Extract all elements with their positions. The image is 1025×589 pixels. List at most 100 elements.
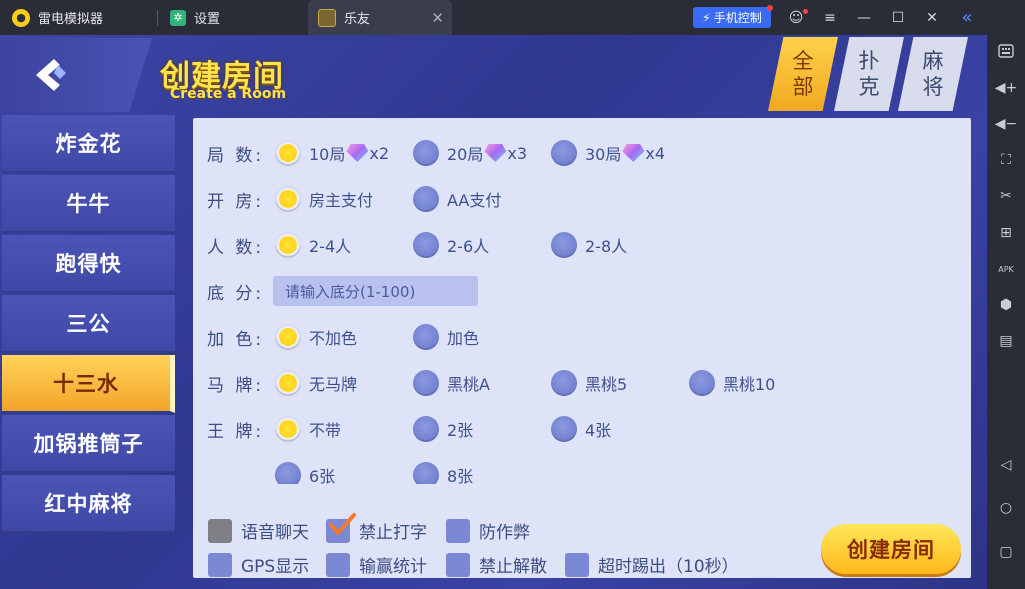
game-header: 创建房间 Create a Room 全 部 扑 克 麻 将	[0, 35, 987, 113]
radio-unselected[interactable]	[413, 324, 439, 350]
menu-icon[interactable]: ≡	[813, 0, 847, 35]
timeout-kick-checkbox[interactable]: 超时踢出（10秒）	[565, 552, 739, 577]
radio-unselected[interactable]	[413, 232, 439, 258]
phone-control-button[interactable]: ⚡ 手机控制	[693, 7, 771, 28]
recent-apps-icon[interactable]: ▢	[987, 540, 1025, 564]
rounds-multiplier: x4	[645, 143, 666, 163]
volume-up-icon[interactable]: ◀+	[987, 76, 1025, 100]
radio-unselected[interactable]	[413, 370, 439, 396]
checkbox-box[interactable]	[446, 518, 470, 543]
rounds-option-30[interactable]: 30局 x4	[551, 140, 665, 166]
payment-option-aa[interactable]: AA支付	[413, 186, 501, 212]
king-card-option-4[interactable]: 4张	[551, 416, 611, 442]
category-tab-poker[interactable]: 扑 克	[834, 37, 904, 111]
radio-unselected[interactable]	[689, 370, 715, 396]
horse-card-option-spade-5[interactable]: 黑桃5	[551, 370, 627, 396]
players-option-2-4[interactable]: 2-4人	[275, 232, 351, 258]
radio-unselected[interactable]	[275, 462, 301, 484]
radio-unselected[interactable]	[413, 462, 439, 484]
radio-selected[interactable]	[275, 186, 301, 212]
players-label: 人 数:	[207, 237, 265, 258]
apk-icon[interactable]: APK	[987, 257, 1025, 281]
add-color-option-text: 不加色	[309, 329, 358, 348]
radio-unselected[interactable]	[413, 140, 439, 166]
radio-unselected[interactable]	[413, 186, 439, 212]
king-card-option-text: 不带	[309, 421, 342, 440]
account-icon[interactable]: ☺	[779, 0, 813, 35]
king-card-option-2[interactable]: 2张	[413, 416, 473, 442]
radio-selected[interactable]	[275, 140, 301, 166]
rounds-option-10[interactable]: 10局 x2	[275, 140, 389, 166]
radio-unselected[interactable]	[551, 370, 577, 396]
category-tab-mahjong[interactable]: 麻 将	[898, 37, 968, 111]
settings-gear-icon: ✲	[170, 9, 186, 26]
payment-option-host[interactable]: 房主支付	[275, 186, 373, 212]
checkbox-box[interactable]	[446, 552, 470, 577]
gps-display-checkbox[interactable]: GPS显示	[208, 552, 309, 577]
radio-selected[interactable]	[275, 370, 301, 396]
screenshot-icon[interactable]: ⛶	[987, 148, 1025, 172]
checkbox-box[interactable]	[208, 552, 232, 577]
minimize-icon[interactable]: —	[847, 0, 881, 35]
checkbox-label: 超时踢出（10秒）	[598, 557, 739, 577]
no-dissolve-checkbox[interactable]: 禁止解散	[446, 552, 547, 577]
maximize-icon[interactable]: ☐	[881, 0, 915, 35]
base-score-input[interactable]: 请输入底分(1-100)	[273, 276, 478, 306]
scissors-icon[interactable]: ✂	[987, 184, 1025, 208]
anti-cheat-checkbox[interactable]: 防作弊	[446, 518, 530, 543]
king-card-option-8[interactable]: 8张	[413, 462, 473, 484]
rounds-label: 局 数:	[207, 145, 265, 166]
add-window-icon[interactable]: ⊞	[987, 221, 1025, 245]
players-option-2-6[interactable]: 2-6人	[413, 232, 489, 258]
horse-card-option-none[interactable]: 无马牌	[275, 370, 357, 396]
add-color-option-none[interactable]: 不加色	[275, 324, 357, 350]
king-card-option-6[interactable]: 6张	[275, 462, 335, 484]
app-tab[interactable]: ● 雷电模拟器	[0, 0, 160, 35]
menu-item-hongzhong[interactable]: 红中麻将	[2, 475, 175, 533]
menu-item-zhajinhua[interactable]: 炸金花	[2, 115, 175, 173]
base-score-label: 底 分:	[207, 283, 265, 304]
collapse-sidebar-icon[interactable]: «	[950, 0, 984, 35]
radio-selected[interactable]	[275, 416, 301, 442]
menu-item-jiaguo[interactable]: 加锅推筒子	[2, 415, 175, 473]
add-color-option-add[interactable]: 加色	[413, 324, 479, 350]
tab-settings[interactable]: ✲ 设置	[160, 0, 308, 35]
keyboard-icon[interactable]	[987, 39, 1025, 63]
menu-item-paodekuai[interactable]: 跑得快	[2, 235, 175, 293]
radio-unselected[interactable]	[551, 416, 577, 442]
menu-item-niuniu[interactable]: 牛牛	[2, 175, 175, 233]
menu-item-shisanshui[interactable]: 十三水	[2, 355, 175, 413]
tab-game[interactable]: 乐友 ✕	[308, 0, 452, 35]
horse-card-option-spade-10[interactable]: 黑桃10	[689, 370, 775, 396]
radio-unselected[interactable]	[413, 416, 439, 442]
radio-unselected[interactable]	[551, 232, 577, 258]
home-icon[interactable]: ○	[987, 496, 1025, 520]
rounds-option-20[interactable]: 20局 x3	[413, 140, 527, 166]
create-room-button[interactable]: 创建房间	[821, 524, 961, 574]
rounds-option-text: 10局	[309, 145, 346, 164]
back-button[interactable]	[2, 38, 152, 112]
king-card-option-none[interactable]: 不带	[275, 416, 341, 442]
close-window-icon[interactable]: ✕	[915, 0, 949, 35]
horse-card-option-spade-a[interactable]: 黑桃A	[413, 370, 490, 396]
no-typing-checkbox[interactable]: 禁止打字	[326, 512, 427, 543]
menu-item-sangong[interactable]: 三公	[2, 295, 175, 353]
horse-card-option-text: 黑桃5	[585, 375, 628, 394]
volume-down-icon[interactable]: ◀−	[987, 112, 1025, 136]
checkbox-box[interactable]	[208, 518, 232, 543]
back-icon[interactable]: ◁	[987, 453, 1025, 477]
gear-hex-icon[interactable]: ⬢	[987, 293, 1025, 317]
checkbox-box[interactable]	[565, 552, 589, 577]
category-tab-all[interactable]: 全 部	[768, 37, 838, 111]
win-loss-stats-checkbox[interactable]: 输赢统计	[326, 552, 427, 577]
checkbox-box[interactable]	[326, 552, 350, 577]
players-option-2-8[interactable]: 2-8人	[551, 232, 627, 258]
voice-chat-checkbox[interactable]: 语音聊天	[208, 518, 309, 543]
radio-unselected[interactable]	[551, 140, 577, 166]
more-icon[interactable]: ▤	[987, 329, 1025, 353]
radio-selected[interactable]	[275, 232, 301, 258]
add-color-option-text: 加色	[447, 329, 480, 348]
close-tab-icon[interactable]: ✕	[431, 9, 444, 27]
checkbox-box-checked[interactable]	[326, 512, 356, 543]
radio-selected[interactable]	[275, 324, 301, 350]
